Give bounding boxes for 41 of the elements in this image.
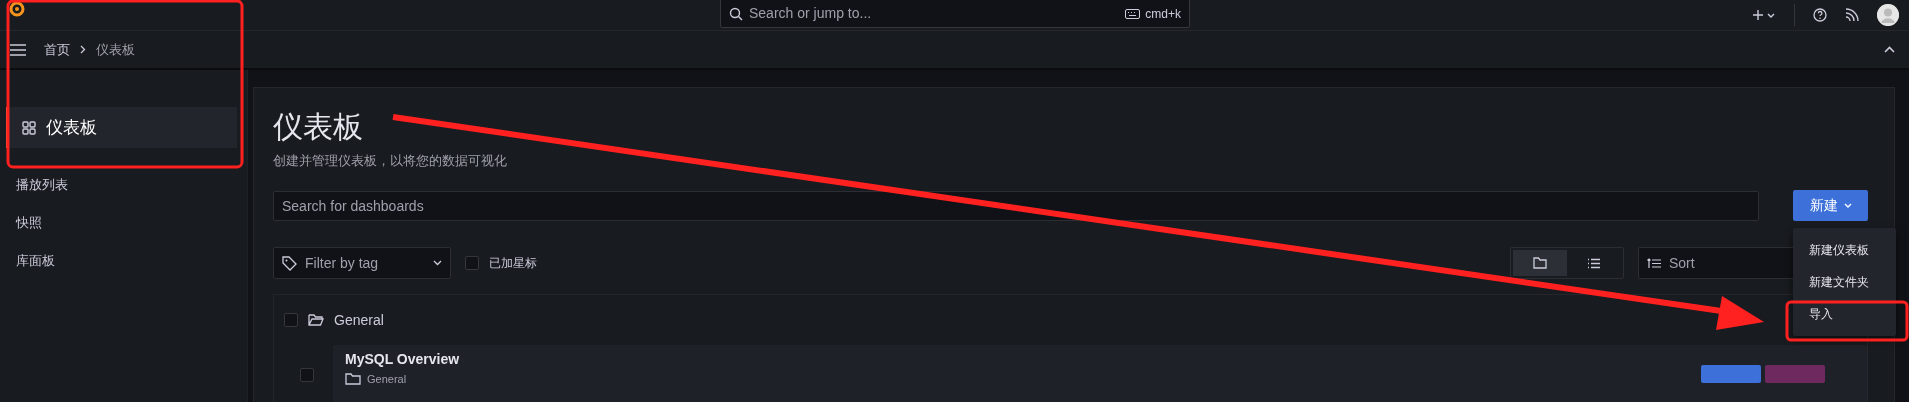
keyboard-icon <box>1125 9 1141 19</box>
checkbox[interactable] <box>284 313 298 327</box>
dashboard-row[interactable]: MySQL Overview General <box>333 345 1867 402</box>
sidebar-item[interactable]: 库面板 <box>0 242 247 280</box>
sort-icon <box>1647 257 1661 269</box>
tag-filter-field[interactable]: Filter by tag <box>273 247 451 279</box>
tag-icon <box>282 255 297 271</box>
folder-label: General <box>367 373 407 385</box>
folder-icon <box>1533 257 1547 269</box>
chevron-up-icon[interactable] <box>1884 46 1895 53</box>
logo-icon[interactable] <box>8 1 26 17</box>
dashboard-title[interactable]: MySQL Overview <box>345 351 1701 367</box>
sidebar-item[interactable]: 播放列表 <box>0 166 247 204</box>
caret-icon <box>1843 203 1852 208</box>
breadcrumb-link[interactable]: 首页 <box>44 40 70 59</box>
search-field[interactable]: Search or jump to... cmd+k <box>720 0 1190 28</box>
add-dropdown-icon[interactable] <box>1752 9 1776 21</box>
avatar-icon[interactable] <box>1877 4 1899 26</box>
sidebar-item[interactable]: 快照 <box>0 204 247 242</box>
rss-icon[interactable] <box>1845 8 1859 22</box>
checkbox[interactable] <box>465 256 479 270</box>
page-subtitle: 创建并管理仪表板，以将您的数据可视化 <box>273 152 508 170</box>
new-button[interactable]: 新建 <box>1793 190 1868 221</box>
search-field[interactable]: Search for dashboards <box>273 190 1759 221</box>
chevron-right-icon <box>80 45 86 54</box>
menu-icon[interactable] <box>10 43 26 56</box>
checkbox[interactable] <box>300 368 314 382</box>
breadcrumb-link[interactable]: 仪表板 <box>96 40 135 59</box>
sidebar-item[interactable]: 仪表板 <box>6 107 237 148</box>
folder-name[interactable]: General <box>334 312 384 328</box>
folder-icon <box>345 372 361 386</box>
page-title: 仪表板 <box>273 109 363 145</box>
menu-item[interactable]: 导入 <box>1793 298 1896 330</box>
help-icon[interactable] <box>1813 8 1827 22</box>
checkbox-label[interactable]: 已加星标 <box>489 254 537 272</box>
view-toggle-button[interactable] <box>1513 250 1567 276</box>
caret-icon <box>433 260 442 266</box>
search-icon <box>729 7 743 21</box>
list-icon <box>1587 257 1601 269</box>
shortcut-hint: cmd+k <box>1145 7 1181 21</box>
grid-icon <box>22 120 36 135</box>
